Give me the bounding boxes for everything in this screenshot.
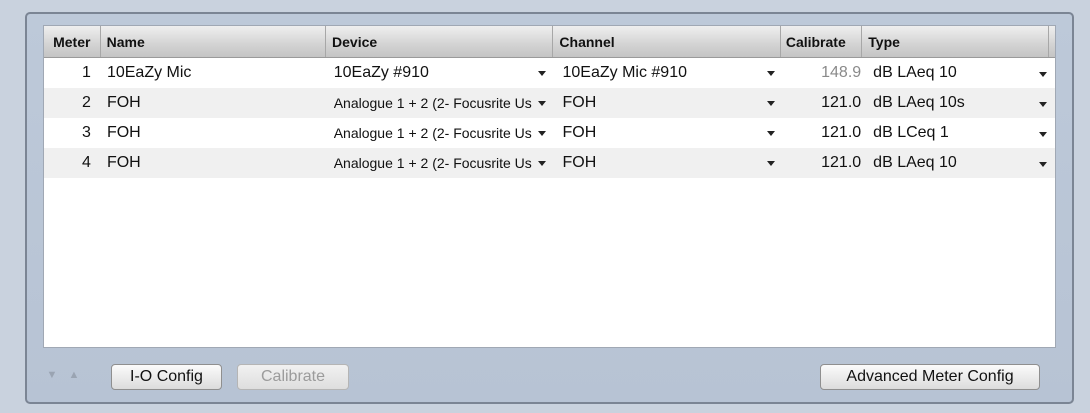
- meter-config-panel: Meter Name Device Channel Calibrate Type…: [25, 12, 1074, 404]
- column-header-name[interactable]: Name: [101, 26, 327, 57]
- column-header-device[interactable]: Device: [326, 26, 554, 57]
- chevron-down-icon: [767, 161, 776, 166]
- meter-name[interactable]: FOH: [101, 148, 328, 178]
- table-row[interactable]: 2 FOH Analogue 1 + 2 (2- Focusrite Us FO…: [44, 88, 1055, 118]
- type-value: dB LAeq 10: [873, 64, 957, 81]
- column-header-spacer: [1049, 26, 1055, 57]
- channel-value: FOH: [562, 124, 597, 141]
- device-value: Analogue 1 + 2 (2- Focusrite Us: [333, 125, 532, 141]
- type-value: dB LAeq 10s: [873, 94, 965, 111]
- table-header: Meter Name Device Channel Calibrate Type: [44, 26, 1055, 58]
- type-dropdown[interactable]: dB LAeq 10: [867, 58, 1055, 88]
- device-value: 10EaZy #910: [333, 64, 429, 81]
- type-dropdown[interactable]: dB LAeq 10s: [867, 88, 1055, 118]
- table-row[interactable]: 3 FOH Analogue 1 + 2 (2- Focusrite Us FO…: [44, 118, 1055, 148]
- meter-name[interactable]: 10EaZy Mic: [101, 58, 328, 88]
- meter-number: 1: [82, 64, 91, 81]
- meter-number: 4: [82, 154, 91, 171]
- table-row[interactable]: 1 10EaZy Mic 10EaZy #910 10EaZy Mic #910…: [44, 58, 1055, 88]
- chevron-down-icon: [1038, 162, 1047, 167]
- meter-number: 2: [82, 94, 91, 111]
- device-dropdown[interactable]: Analogue 1 + 2 (2- Focusrite Us: [328, 88, 557, 118]
- meter-number: 3: [82, 124, 91, 141]
- type-value: dB LAeq 10: [873, 154, 957, 171]
- column-header-meter[interactable]: Meter: [44, 26, 101, 57]
- move-up-button[interactable]: ▲: [65, 365, 83, 385]
- type-value: dB LCeq 1: [873, 124, 949, 141]
- column-header-calibrate[interactable]: Calibrate: [781, 26, 863, 57]
- channel-dropdown[interactable]: 10EaZy Mic #910: [556, 58, 785, 88]
- io-config-button[interactable]: I-O Config: [111, 364, 222, 390]
- chevron-down-icon: [1038, 102, 1047, 107]
- column-header-type[interactable]: Type: [862, 26, 1049, 57]
- channel-dropdown[interactable]: FOH: [556, 118, 785, 148]
- chevron-down-icon: [767, 131, 776, 136]
- chevron-down-icon: [1038, 72, 1047, 77]
- device-dropdown[interactable]: 10EaZy #910: [328, 58, 557, 88]
- meter-table: Meter Name Device Channel Calibrate Type…: [43, 25, 1056, 348]
- chevron-down-icon: [1038, 132, 1047, 137]
- device-value: Analogue 1 + 2 (2- Focusrite Us: [333, 155, 532, 171]
- device-dropdown[interactable]: Analogue 1 + 2 (2- Focusrite Us: [328, 118, 557, 148]
- column-header-channel[interactable]: Channel: [553, 26, 781, 57]
- chevron-down-icon: [767, 101, 776, 106]
- device-dropdown[interactable]: Analogue 1 + 2 (2- Focusrite Us: [328, 148, 557, 178]
- chevron-down-icon: [767, 71, 776, 76]
- channel-dropdown[interactable]: FOH: [556, 148, 785, 178]
- chevron-down-icon: [538, 161, 547, 166]
- chevron-down-icon: [538, 71, 547, 76]
- advanced-meter-config-button[interactable]: Advanced Meter Config: [820, 364, 1040, 390]
- chevron-down-icon: [538, 101, 547, 106]
- table-row[interactable]: 4 FOH Analogue 1 + 2 (2- Focusrite Us FO…: [44, 148, 1055, 178]
- calibrate-value[interactable]: 121.0: [785, 118, 867, 148]
- meter-name[interactable]: FOH: [101, 88, 328, 118]
- bottom-toolbar: ▼ ▲ I-O Config Calibrate Advanced Meter …: [43, 361, 1056, 391]
- type-dropdown[interactable]: dB LAeq 10: [867, 148, 1055, 178]
- channel-dropdown[interactable]: FOH: [556, 88, 785, 118]
- channel-value: FOH: [562, 154, 597, 171]
- channel-value: 10EaZy Mic #910: [562, 64, 687, 81]
- calibrate-value[interactable]: 148.9: [785, 58, 867, 88]
- chevron-down-icon: [538, 131, 547, 136]
- calibrate-button[interactable]: Calibrate: [237, 364, 349, 390]
- type-dropdown[interactable]: dB LCeq 1: [867, 118, 1055, 148]
- channel-value: FOH: [562, 94, 597, 111]
- device-value: Analogue 1 + 2 (2- Focusrite Us: [333, 95, 532, 111]
- move-down-button[interactable]: ▼: [43, 365, 61, 385]
- meter-name[interactable]: FOH: [101, 118, 328, 148]
- calibrate-value[interactable]: 121.0: [785, 148, 867, 178]
- calibrate-value[interactable]: 121.0: [785, 88, 867, 118]
